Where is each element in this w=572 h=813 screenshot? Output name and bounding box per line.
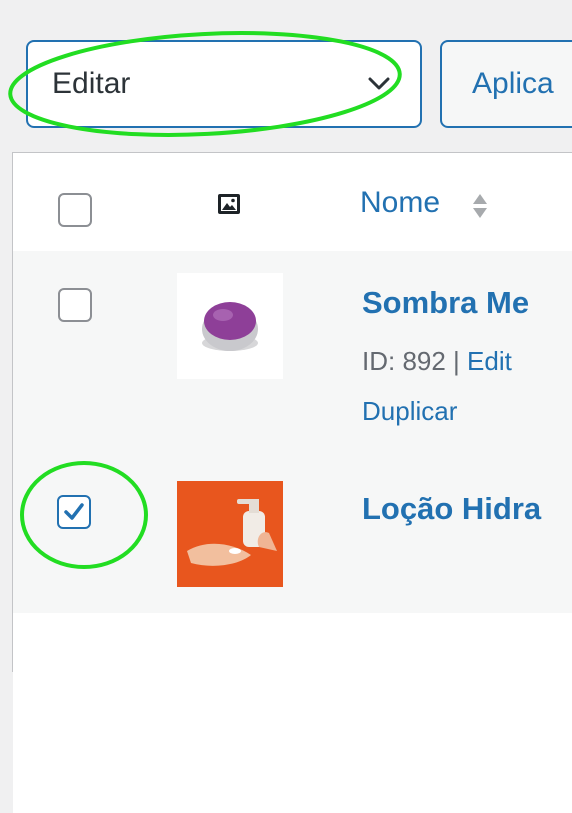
product-thumbnail[interactable] [177, 481, 283, 587]
apply-button-label: Aplica [472, 67, 554, 100]
row-meta: ID: 892 | Edit [362, 346, 512, 377]
row-checkbox[interactable] [58, 288, 92, 322]
row-checkbox[interactable] [57, 495, 91, 529]
duplicate-link[interactable]: Duplicar [362, 396, 457, 427]
image-icon [218, 194, 240, 214]
edit-link[interactable]: Edit [467, 346, 512, 376]
apply-button[interactable]: Aplica [440, 40, 572, 128]
product-thumbnail[interactable] [177, 273, 283, 379]
product-id-text: ID: 892 | [362, 346, 468, 376]
product-title-link[interactable]: Loção Hidra [362, 491, 541, 527]
checkmark-icon [64, 503, 84, 520]
chevron-down-icon [368, 77, 390, 90]
select-all-checkbox[interactable] [58, 193, 92, 227]
table-header [13, 153, 572, 252]
table-row [13, 613, 572, 813]
products-table [12, 152, 572, 813]
bulk-actions-select[interactable]: Editar [26, 40, 422, 128]
column-name-header[interactable]: Nome [360, 186, 440, 220]
bulk-actions-selected-value: Editar [52, 67, 131, 100]
product-title-link[interactable]: Sombra Me [362, 285, 529, 321]
sort-arrows-icon[interactable] [472, 192, 488, 220]
